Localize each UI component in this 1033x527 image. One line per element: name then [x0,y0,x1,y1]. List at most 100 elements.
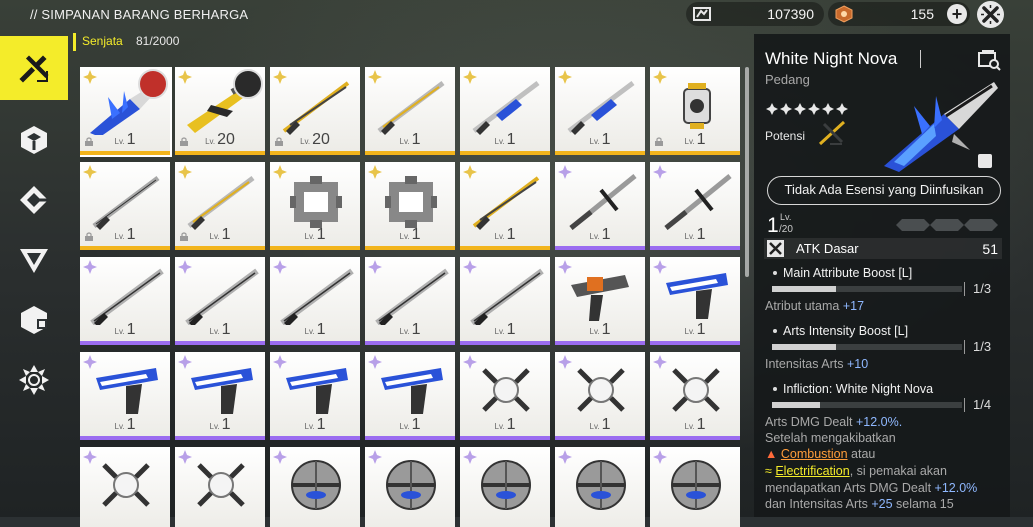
weapon-card[interactable] [270,447,360,527]
weapon-card[interactable]: Lv. 1 [80,257,170,345]
weapon-card[interactable]: Lv. 1 [175,162,265,250]
sidebar-item-box[interactable] [0,288,68,352]
effect-text: mendapatkan Arts DMG Dealt +12.0% [765,481,978,495]
weapon-card[interactable]: Lv. 20 [270,67,360,155]
weapon-card[interactable]: Lv. 1 [460,162,550,250]
sidebar-item-flower[interactable] [0,348,68,412]
item-name: White Night Nova [765,49,898,68]
level-max: /20 [779,224,793,235]
scrollbar[interactable] [745,67,749,277]
currency-stock-bill[interactable]: 107390 [686,2,824,26]
weapon-card[interactable]: Lv. 1 [650,257,740,345]
weapon-card[interactable]: Lv. 1 [650,352,740,440]
weapon-card[interactable]: Lv. 1 [650,67,740,155]
sidebar-item-weapon[interactable] [0,36,68,100]
origeometry-icon [835,5,853,23]
lock-icon[interactable] [978,154,992,168]
weapon-card[interactable] [175,447,265,527]
weapon-card[interactable]: Lv. 1 [365,67,455,155]
sidebar-item-cube[interactable] [0,108,68,172]
weapon-level: Lv. 1 [555,226,645,244]
level-value: 1 [696,131,706,148]
weapon-card[interactable]: Lv. 1 [555,67,645,155]
currency-origeometry[interactable]: 155 + [828,2,970,26]
weapon-card[interactable]: Lv. 1 [555,352,645,440]
weapon-icon [282,81,350,135]
weapon-card[interactable]: Lv. 1 [365,352,455,440]
top-bar: // SIMPANAN BARANG BERHARGA 107390 155 + [0,0,1033,30]
triangle-icon [20,249,48,273]
weapon-card[interactable]: Lv. 1 [365,257,455,345]
sidebar-item-triangle[interactable] [0,228,68,292]
weapon-level: Lv. 1 [650,226,740,244]
rarity-stripe [80,436,170,440]
weapon-card[interactable]: Lv. 1 [460,67,550,155]
rarity-stripe [555,246,645,250]
electrification-link[interactable]: Electrification [775,464,849,478]
rarity-stripe [80,246,170,250]
rarity-stripe [555,341,645,345]
weapon-card[interactable]: Lv. 1 [80,352,170,440]
level-prefix: Lv. [304,422,315,431]
weapon-level: Lv. 1 [80,226,170,244]
weapon-card[interactable]: Lv. 1 [365,162,455,250]
attribute-rank: 1/3 [973,281,992,296]
weapon-card[interactable]: Lv. 1 [270,352,360,440]
weapon-icon [185,268,259,325]
weapon-card[interactable]: Lv. 1 [175,257,265,345]
base-atk-row: ATK Dasar 51 [764,238,1002,259]
weapon-card[interactable]: Lv. 1 [650,162,740,250]
combustion-link[interactable]: Combustion [781,447,848,461]
level-value: 1 [411,226,421,243]
weapon-card[interactable]: Lv. 1 [270,257,360,345]
level-value: 1 [221,321,231,338]
weapon-card[interactable]: Lv. 1 [460,352,550,440]
weapon-level: Lv. 1 [270,416,360,434]
weapon-card[interactable]: Lv. 1 [460,257,550,345]
effect-text: Setelah mengakibatkan [765,431,896,445]
level-value: 1 [316,321,326,338]
rarity-stripe [650,436,740,440]
operator-avatar [138,69,168,99]
weapon-card[interactable]: Lv. 1 [80,67,172,157]
level-prefix: Lv. [114,232,125,241]
weapon-icon [482,368,530,412]
sidebar-item-equipment[interactable] [0,168,68,232]
level-prefix: Lv. [494,232,505,241]
weapon-icon [386,460,436,510]
level-prefix: Lv. [494,137,505,146]
level-prefix: Lv. [684,422,695,431]
divider [964,340,965,354]
weapon-card[interactable]: Lv. 1 [175,352,265,440]
attribute-rank: 1/3 [973,339,992,354]
level-prefix: Lv. [589,232,600,241]
effect-text: ▲ Combustion atau [765,447,876,461]
currency-value: 155 [910,6,934,22]
weapon-card[interactable] [80,447,170,527]
weapon-card[interactable]: Lv. 1 [80,162,170,250]
weapon-icon [472,81,540,135]
essence-infusion-button[interactable]: Tidak Ada Esensi yang Diinfusikan [767,176,1001,205]
weapon-card[interactable] [555,447,645,527]
level-prefix: Lv. [684,232,695,241]
weapon-card[interactable] [650,447,740,527]
weapon-card[interactable]: Lv. 1 [555,162,645,250]
close-button[interactable] [977,1,1004,28]
effect-text: dan Intensitas Arts +25 selama 15 [765,497,954,511]
bullet-dot [773,329,777,333]
weapon-card[interactable]: Lv. 1 [270,162,360,250]
potential-label: Potensi [765,129,806,143]
box-icon [21,306,47,334]
rarity-stripe [175,436,265,440]
operator-avatar [233,69,263,99]
weapon-level: Lv. 1 [555,416,645,434]
weapon-card[interactable]: Lv. 20 [175,67,265,155]
weapon-card[interactable] [365,447,455,527]
add-currency-button[interactable]: + [947,4,967,24]
level-prefix: Lv. [209,327,220,336]
rarity-stripe [270,151,360,155]
level-prefix: Lv. [589,327,600,336]
inspect-icon[interactable] [977,49,1001,71]
weapon-card[interactable]: Lv. 1 [555,257,645,345]
weapon-card[interactable] [460,447,550,527]
